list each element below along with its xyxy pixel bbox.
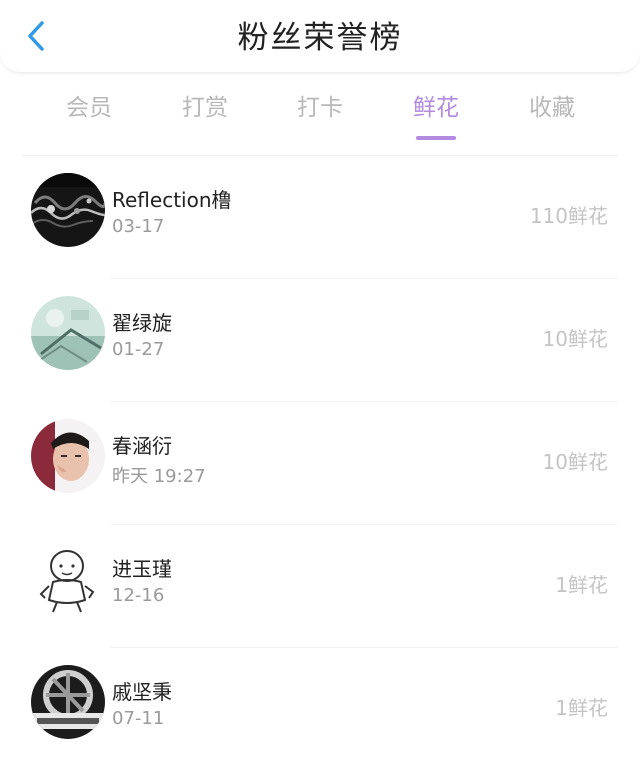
fan-date: 12-16: [112, 585, 165, 606]
page-title: 粉丝荣誉榜: [237, 20, 403, 56]
fan-date: 01-27: [112, 339, 165, 360]
tab-favorites[interactable]: 收藏: [512, 88, 592, 122]
dark-pattern-avatar: [31, 173, 105, 247]
person-photo-avatar: [31, 419, 105, 493]
tab-bar: 会员 打赏 打卡 鲜花 收藏: [0, 80, 640, 140]
fan-name: 翟绿旋: [112, 311, 172, 335]
tab-rewards[interactable]: 打赏: [165, 88, 245, 122]
avatar: [31, 173, 105, 247]
fan-name: 戚坚秉: [112, 680, 172, 704]
fan-date: 03-17: [112, 216, 165, 237]
avatar: [31, 542, 105, 616]
fan-name: Reflection橹: [112, 188, 232, 212]
green-scene-avatar: [31, 296, 105, 370]
fan-date: 07-11: [112, 708, 165, 729]
list-item[interactable]: 春涵衍 昨天 19:27 10鲜花: [0, 402, 640, 525]
tab-checkin[interactable]: 打卡: [280, 88, 360, 122]
tab-label: 打赏: [182, 95, 228, 121]
avatar: [31, 419, 105, 493]
flower-count: 10鲜花: [542, 450, 608, 474]
tab-flowers[interactable]: 鲜花: [396, 88, 476, 140]
tab-label: 鲜花: [413, 95, 459, 121]
list-item[interactable]: 戚坚秉 07-11 1鲜花: [0, 648, 640, 771]
list-item[interactable]: 进玉瑾 12-16 1鲜花: [0, 525, 640, 648]
avatar: [31, 665, 105, 739]
tab-label: 会员: [66, 95, 112, 121]
back-button[interactable]: [16, 16, 56, 56]
tab-members[interactable]: 会员: [49, 88, 129, 122]
tab-label: 收藏: [529, 95, 575, 121]
fan-list: Reflection橹 03-17 110鲜花 翟绿旋 01-27 10鲜花 春…: [0, 156, 640, 771]
list-item[interactable]: Reflection橹 03-17 110鲜花: [0, 156, 640, 279]
avatar: [31, 296, 105, 370]
flower-count: 110鲜花: [529, 204, 608, 228]
list-item[interactable]: 翟绿旋 01-27 10鲜花: [0, 279, 640, 402]
flower-count: 10鲜花: [542, 327, 608, 351]
flower-count: 1鲜花: [555, 573, 608, 597]
baby-sketch-avatar: [31, 542, 105, 616]
top-bar: 粉丝荣誉榜: [0, 0, 640, 73]
tab-label: 打卡: [297, 95, 343, 121]
fan-date: 昨天 19:27: [112, 466, 206, 487]
flower-count: 1鲜花: [555, 696, 608, 720]
fan-name: 春涵衍: [112, 434, 172, 458]
fan-name: 进玉瑾: [112, 557, 172, 581]
wheel-photo-avatar: [31, 665, 105, 739]
chevron-left-icon: [28, 21, 44, 51]
active-tab-indicator: [416, 136, 456, 140]
